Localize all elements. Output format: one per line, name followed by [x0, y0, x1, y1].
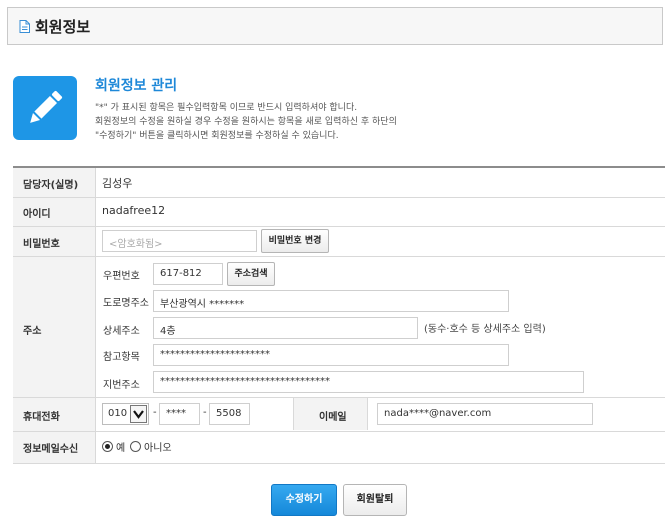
mailing-label: 정보메일수신	[23, 444, 79, 455]
detail-address-input[interactable]: 4층	[153, 317, 418, 339]
page-title: 회원정보	[35, 18, 91, 36]
address-label: 주소	[23, 326, 42, 337]
postcode-label: 우편번호	[103, 271, 140, 282]
mailing-no-radio[interactable]	[130, 441, 141, 452]
phone-separator: -	[203, 407, 207, 418]
intro-line-3: "수정하기" 버튼을 클릭하시면 회원정보를 수정하실 수 있습니다.	[95, 131, 339, 141]
jibun-address-label: 지번주소	[103, 380, 140, 391]
phone-middle-input[interactable]: ****	[159, 403, 200, 425]
email-input[interactable]: nada****@naver.com	[377, 403, 593, 425]
withdraw-button[interactable]: 회원탈퇴	[343, 484, 407, 516]
userid-value: nadafree12	[102, 204, 166, 217]
manager-value: 김성우	[102, 177, 133, 190]
intro-line-1: "*" 가 표시된 항목은 필수입력항목 이므로 반드시 입력하셔야 합니다.	[95, 103, 358, 113]
mailing-yes-radio[interactable]	[102, 441, 113, 452]
document-icon	[19, 20, 30, 33]
row-divider	[13, 463, 665, 464]
phone-last-input[interactable]: 5508	[209, 403, 250, 425]
postcode-input[interactable]: 617-812	[153, 263, 223, 285]
page-header: 회원정보	[7, 7, 663, 45]
row-divider	[13, 431, 665, 432]
reference-label: 참고항목	[103, 352, 140, 363]
intro-title: 회원정보 관리	[95, 78, 178, 94]
phone-separator: -	[153, 407, 157, 418]
address-search-button[interactable]: 주소검색	[227, 262, 275, 286]
phone-label: 휴대전화	[23, 412, 60, 423]
save-button[interactable]: 수정하기	[271, 484, 337, 516]
intro-line-2: 회원정보의 수정을 원하실 경우 수정을 원하시는 항목을 새로 입력하신 후 …	[95, 117, 397, 127]
password-input[interactable]: <암호화됨>	[102, 230, 257, 252]
password-label: 비밀번호	[23, 239, 60, 250]
table-top-rule	[13, 166, 665, 168]
mailing-yes-label: 예	[116, 443, 126, 454]
change-password-button[interactable]: 비밀번호 변경	[261, 229, 329, 253]
phone-area-select[interactable]: 010	[102, 403, 149, 425]
mailing-no-label: 아니오	[144, 443, 172, 454]
chevron-down-icon[interactable]	[130, 405, 147, 423]
userid-label: 아이디	[23, 209, 51, 220]
row-divider	[13, 197, 665, 198]
row-divider	[13, 226, 665, 227]
detail-address-label: 상세주소	[103, 326, 140, 337]
detail-address-note: (동수·호수 등 상세주소 입력)	[424, 324, 546, 335]
email-label: 이메일	[319, 412, 347, 423]
reference-input[interactable]: **********************	[153, 344, 509, 366]
jibun-address-input[interactable]: **********************************	[153, 371, 584, 393]
edit-icon	[13, 76, 77, 140]
row-divider	[13, 256, 665, 257]
manager-label: 담당자(실명)	[23, 180, 79, 191]
road-address-input[interactable]: 부산광역시 *******	[153, 290, 509, 312]
phone-area-value: 010	[108, 408, 128, 419]
column-divider	[95, 168, 96, 464]
road-address-label: 도로명주소	[103, 298, 149, 309]
